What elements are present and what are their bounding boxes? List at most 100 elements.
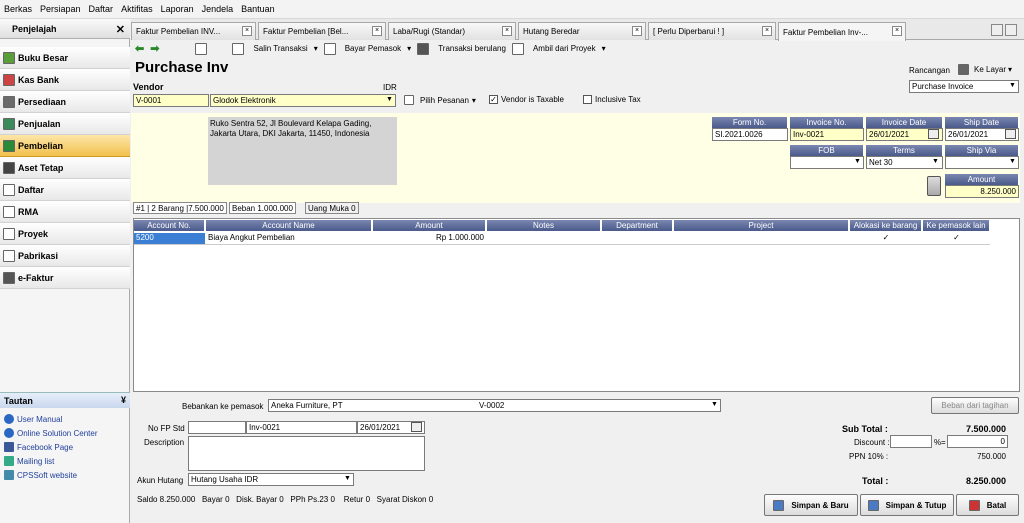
- vendor-name-field[interactable]: Glodok Elektronik: [210, 94, 396, 107]
- tab-uang-muka[interactable]: Uang Muka 0: [305, 202, 359, 214]
- sidebar-item-daftar[interactable]: Daftar: [0, 179, 130, 201]
- vendor-no-field[interactable]: V-0001: [133, 94, 209, 107]
- tab-hutang-beredar[interactable]: Hutang Beredar ×: [518, 22, 646, 40]
- dropdown-arrow-icon[interactable]: ▾: [602, 44, 606, 53]
- simpan-baru-button[interactable]: Simpan & Baru: [764, 494, 858, 516]
- bebankan-vendor-select[interactable]: Aneka Furniture, PT V-0002: [268, 399, 721, 412]
- simpan-tutup-button[interactable]: Simpan & Tutup: [860, 494, 954, 516]
- menu-bantuan[interactable]: Bantuan: [241, 4, 275, 14]
- close-icon[interactable]: ×: [892, 26, 902, 36]
- chevron-down-icon[interactable]: ▼: [1009, 82, 1016, 89]
- link-facebook[interactable]: Facebook Page: [4, 442, 73, 452]
- col-header-notes[interactable]: Notes: [487, 220, 601, 231]
- nofp-field[interactable]: [188, 421, 246, 434]
- forward-arrow-icon[interactable]: ➡: [150, 42, 159, 55]
- chevron-down-icon[interactable]: ▼: [344, 475, 351, 482]
- menu-jendela[interactable]: Jendela: [202, 4, 234, 14]
- scroll-right-icon[interactable]: [1005, 24, 1017, 36]
- menu-laporan[interactable]: Laporan: [161, 4, 194, 14]
- calendar-icon[interactable]: [411, 422, 422, 432]
- discount-value-field[interactable]: 0: [947, 435, 1008, 448]
- tab-faktur-pembelian-1[interactable]: Faktur Pembelian INV... ×: [131, 22, 256, 40]
- akun-hutang-select[interactable]: Hutang Usaha IDR: [188, 473, 354, 486]
- chevron-down-icon[interactable]: ¥: [121, 395, 126, 405]
- menu-persiapan[interactable]: Persiapan: [40, 4, 81, 14]
- ambil-dari-proyek-button[interactable]: Ambil dari Proyek: [533, 44, 596, 53]
- close-icon[interactable]: ×: [762, 26, 772, 36]
- col-header-alokasi[interactable]: Alokasi ke barang: [850, 220, 922, 231]
- chevron-down-icon[interactable]: ▼: [386, 96, 393, 103]
- link-user-manual[interactable]: User Manual: [4, 414, 62, 424]
- account-no-cell[interactable]: 5200: [134, 233, 205, 244]
- chevron-down-icon[interactable]: ▼: [854, 158, 861, 165]
- col-header-amount[interactable]: Amount: [373, 220, 486, 231]
- menu-daftar[interactable]: Daftar: [89, 4, 114, 14]
- fob-field[interactable]: [790, 156, 864, 169]
- scroll-left-icon[interactable]: [991, 24, 1003, 36]
- calendar-icon[interactable]: [928, 129, 939, 139]
- menu-berkas[interactable]: Berkas: [4, 4, 32, 14]
- ke-layar-button[interactable]: Ke Layar ▾: [958, 64, 1012, 75]
- batal-button[interactable]: Batal: [956, 494, 1019, 516]
- calculator-icon[interactable]: [927, 176, 941, 196]
- col-header-account-name[interactable]: Account Name: [206, 220, 372, 231]
- account-name-cell[interactable]: Biaya Angkut Pembelian: [208, 233, 372, 244]
- sidebar-item-pabrikasi[interactable]: Pabrikasi: [0, 245, 130, 267]
- close-icon[interactable]: ×: [632, 26, 642, 36]
- col-header-project[interactable]: Project: [674, 220, 849, 231]
- alokasi-check-icon[interactable]: ✓: [850, 233, 922, 244]
- pemasok-check-icon[interactable]: ✓: [923, 233, 990, 244]
- tab-barang[interactable]: #1 | 2 Barang |7.500.000: [133, 202, 227, 214]
- dropdown-arrow-icon[interactable]: ▾: [407, 44, 411, 53]
- inclusive-tax-checkbox[interactable]: Inclusive Tax: [583, 95, 641, 104]
- tab-faktur-pembelian-2[interactable]: Faktur Pembelian [Bel... ×: [258, 22, 386, 40]
- vendor-taxable-checkbox[interactable]: ✓ Vendor is Taxable: [489, 95, 564, 104]
- chevron-down-icon[interactable]: ▼: [1009, 158, 1016, 165]
- back-arrow-icon[interactable]: ⬅: [135, 42, 144, 55]
- form-no-field[interactable]: SI.2021.0026: [712, 128, 788, 141]
- chevron-down-icon[interactable]: ▼: [932, 158, 939, 165]
- tab-laba-rugi[interactable]: Laba/Rugi (Standar) ×: [388, 22, 516, 40]
- tab-beban[interactable]: Beban 1.000.000: [229, 202, 296, 214]
- sidebar-item-persediaan[interactable]: Persediaan: [0, 91, 130, 113]
- sidebar-item-rma[interactable]: RMA: [0, 201, 130, 223]
- bayar-pemasok-button[interactable]: Bayar Pemasok: [345, 44, 401, 53]
- sidebar-item-aset-tetap[interactable]: Aset Tetap: [0, 157, 130, 179]
- copy-icon[interactable]: [195, 42, 208, 55]
- description-field[interactable]: [188, 436, 425, 471]
- dropdown-arrow-icon[interactable]: ▾: [314, 44, 318, 53]
- transaksi-berulang-button[interactable]: Transaksi berulang: [438, 44, 506, 53]
- tab-faktur-pembelian-active[interactable]: Faktur Pembelian Inv-... ×: [778, 22, 906, 41]
- close-icon[interactable]: ×: [372, 26, 382, 36]
- link-cpssoft[interactable]: CPSSoft website: [4, 470, 77, 480]
- col-header-department[interactable]: Department: [602, 220, 673, 231]
- factory-icon: [3, 249, 15, 262]
- menu-aktifitas[interactable]: Aktifitas: [121, 4, 153, 14]
- sidebar-item-penjualan[interactable]: Penjualan: [0, 113, 130, 135]
- sidebar-item-e-faktur[interactable]: e-Faktur: [0, 267, 130, 289]
- sidebar-item-pembelian[interactable]: Pembelian: [0, 135, 130, 157]
- sidebar-item-kas-bank[interactable]: Kas Bank: [0, 69, 130, 91]
- sidebar-item-buku-besar[interactable]: Buku Besar: [0, 47, 130, 69]
- table-row[interactable]: 5200 Biaya Angkut Pembelian Rp 1.000.000…: [134, 233, 990, 245]
- template-select[interactable]: Purchase Invoice: [909, 80, 1019, 93]
- close-icon[interactable]: ×: [502, 26, 512, 36]
- discount-percent-field[interactable]: [890, 435, 932, 448]
- pilih-pesanan-button[interactable]: Pilih Pesanan ▾: [404, 95, 476, 105]
- sidebar-item-proyek[interactable]: Proyek: [0, 223, 130, 245]
- salin-transaksi-button[interactable]: Salin Transaksi: [253, 44, 307, 53]
- col-header-account-no[interactable]: Account No.: [134, 220, 205, 231]
- close-icon[interactable]: ✕: [116, 23, 125, 36]
- ship-via-field[interactable]: [945, 156, 1019, 169]
- beban-dari-tagihan-button[interactable]: Beban dari tagihan: [931, 397, 1019, 414]
- link-online-solution[interactable]: Online Solution Center: [4, 428, 98, 438]
- link-mailing-list[interactable]: Mailing list: [4, 456, 54, 466]
- nofp-inv-field[interactable]: Inv-0021: [246, 421, 357, 434]
- amount-cell[interactable]: Rp 1.000.000: [373, 233, 484, 244]
- close-icon[interactable]: ×: [242, 26, 252, 36]
- tab-perlu-diperbarui[interactable]: [ Perlu Diperbarui ! ] ×: [648, 22, 776, 40]
- chevron-down-icon[interactable]: ▼: [711, 401, 718, 408]
- calendar-icon[interactable]: [1005, 129, 1016, 139]
- invoice-no-field[interactable]: Inv-0021: [790, 128, 864, 141]
- col-header-ke-pemasok[interactable]: Ke pemasok lain: [923, 220, 990, 231]
